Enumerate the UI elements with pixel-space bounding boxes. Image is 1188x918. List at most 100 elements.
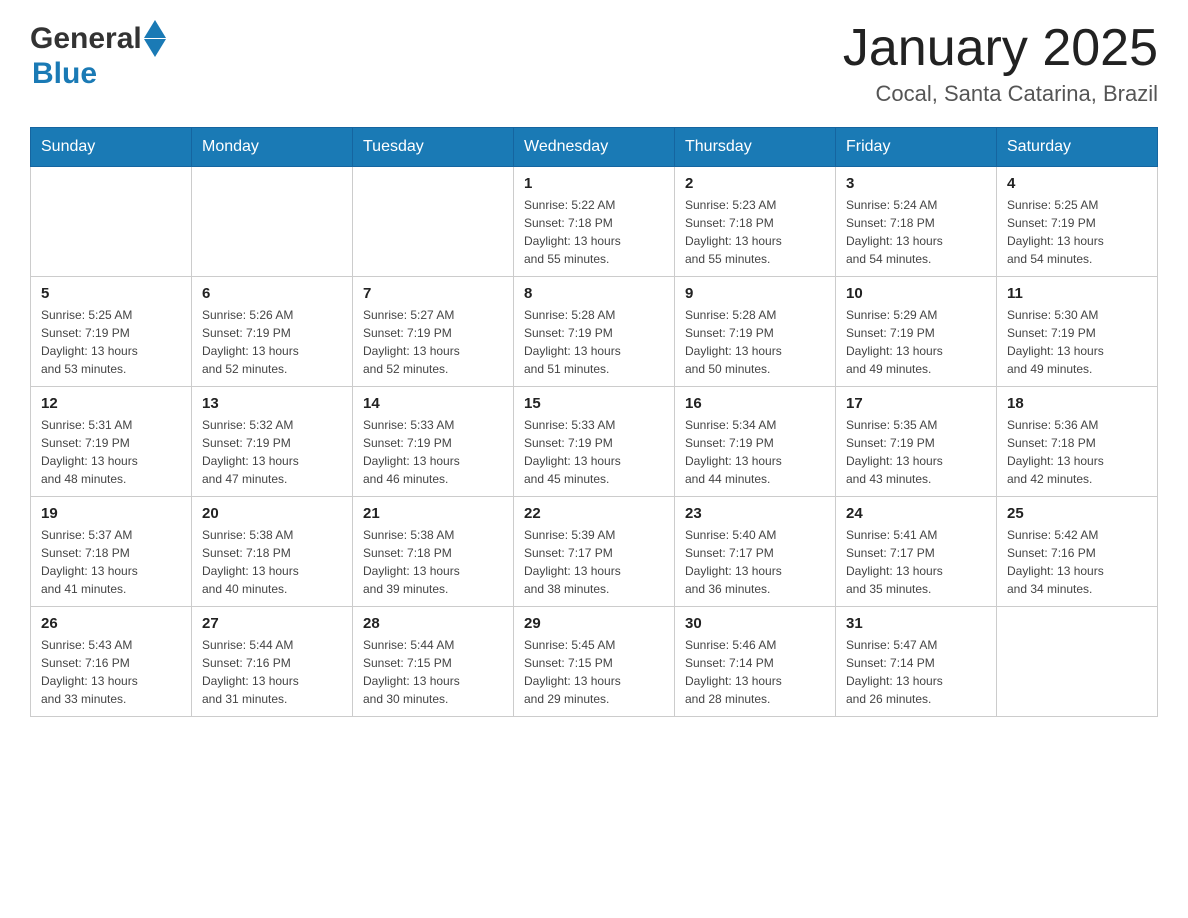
calendar-cell: 20 Sunrise: 5:38 AM Sunset: 7:18 PM Dayli… <box>192 497 353 607</box>
day-number: 22 <box>524 505 664 522</box>
day-number: 2 <box>685 175 825 192</box>
calendar-cell: 14 Sunrise: 5:33 AM Sunset: 7:19 PM Dayli… <box>353 387 514 497</box>
day-number: 13 <box>202 395 342 412</box>
day-number: 24 <box>846 505 986 522</box>
calendar-cell: 22Sunrise: 5:39 AM Sunset: 7:17 PM Dayli… <box>514 497 675 607</box>
logo-icon <box>144 20 166 57</box>
day-number: 30 <box>685 615 825 632</box>
day-number: 26 <box>41 615 181 632</box>
day-number: 21 <box>363 505 503 522</box>
day-info: Sunrise: 5:33 AM Sunset: 7:19 PM Dayligh… <box>524 416 664 488</box>
day-number: 20 <box>202 505 342 522</box>
day-number: 11 <box>1007 285 1147 302</box>
calendar-cell: 21 Sunrise: 5:38 AM Sunset: 7:18 PM Dayli… <box>353 497 514 607</box>
calendar-cell: 12 Sunrise: 5:31 AM Sunset: 7:19 PM Dayli… <box>31 387 192 497</box>
calendar-cell: 4Sunrise: 5:25 AM Sunset: 7:19 PM Daylig… <box>997 167 1158 277</box>
day-info: Sunrise: 5:44 AM Sunset: 7:15 PM Dayligh… <box>363 636 503 708</box>
day-info: Sunrise: 5:45 AM Sunset: 7:15 PM Dayligh… <box>524 636 664 708</box>
day-number: 25 <box>1007 505 1147 522</box>
title-section: January 2025 Cocal, Santa Catarina, Braz… <box>843 20 1158 107</box>
logo-general-text: General <box>30 22 142 56</box>
calendar-body: 1 Sunrise: 5:22 AM Sunset: 7:18 PM Daylig… <box>31 167 1158 717</box>
day-number: 15 <box>524 395 664 412</box>
day-number: 31 <box>846 615 986 632</box>
calendar-cell: 9Sunrise: 5:28 AM Sunset: 7:19 PM Daylig… <box>675 277 836 387</box>
calendar-cell: 6Sunrise: 5:26 AM Sunset: 7:19 PM Daylig… <box>192 277 353 387</box>
day-info: Sunrise: 5:38 AM Sunset: 7:18 PM Dayligh… <box>363 526 503 598</box>
day-info: Sunrise: 5:42 AM Sunset: 7:16 PM Dayligh… <box>1007 526 1147 598</box>
calendar-cell: 25 Sunrise: 5:42 AM Sunset: 7:16 PM Dayli… <box>997 497 1158 607</box>
day-info: Sunrise: 5:33 AM Sunset: 7:19 PM Dayligh… <box>363 416 503 488</box>
calendar-cell: 28Sunrise: 5:44 AM Sunset: 7:15 PM Dayli… <box>353 607 514 717</box>
header-monday: Monday <box>192 128 353 167</box>
day-number: 27 <box>202 615 342 632</box>
calendar-cell: 24 Sunrise: 5:41 AM Sunset: 7:17 PM Dayli… <box>836 497 997 607</box>
calendar-cell: 1 Sunrise: 5:22 AM Sunset: 7:18 PM Daylig… <box>514 167 675 277</box>
calendar-cell: 10 Sunrise: 5:29 AM Sunset: 7:19 PM Dayli… <box>836 277 997 387</box>
calendar-week-3: 12 Sunrise: 5:31 AM Sunset: 7:19 PM Dayli… <box>31 387 1158 497</box>
calendar-cell <box>997 607 1158 717</box>
day-number: 23 <box>685 505 825 522</box>
day-number: 16 <box>685 395 825 412</box>
day-info: Sunrise: 5:23 AM Sunset: 7:18 PM Dayligh… <box>685 196 825 268</box>
day-number: 18 <box>1007 395 1147 412</box>
calendar-week-2: 5 Sunrise: 5:25 AM Sunset: 7:19 PM Daylig… <box>31 277 1158 387</box>
header-thursday: Thursday <box>675 128 836 167</box>
day-number: 5 <box>41 285 181 302</box>
calendar-cell <box>31 167 192 277</box>
calendar-cell: 15 Sunrise: 5:33 AM Sunset: 7:19 PM Dayli… <box>514 387 675 497</box>
day-info: Sunrise: 5:38 AM Sunset: 7:18 PM Dayligh… <box>202 526 342 598</box>
day-info: Sunrise: 5:25 AM Sunset: 7:19 PM Dayligh… <box>41 306 181 378</box>
calendar-week-1: 1 Sunrise: 5:22 AM Sunset: 7:18 PM Daylig… <box>31 167 1158 277</box>
day-info: Sunrise: 5:27 AM Sunset: 7:19 PM Dayligh… <box>363 306 503 378</box>
day-info: Sunrise: 5:29 AM Sunset: 7:19 PM Dayligh… <box>846 306 986 378</box>
day-info: Sunrise: 5:26 AM Sunset: 7:19 PM Dayligh… <box>202 306 342 378</box>
day-info: Sunrise: 5:47 AM Sunset: 7:14 PM Dayligh… <box>846 636 986 708</box>
day-info: Sunrise: 5:32 AM Sunset: 7:19 PM Dayligh… <box>202 416 342 488</box>
day-info: Sunrise: 5:43 AM Sunset: 7:16 PM Dayligh… <box>41 636 181 708</box>
calendar-cell: 13 Sunrise: 5:32 AM Sunset: 7:19 PM Dayli… <box>192 387 353 497</box>
day-number: 8 <box>524 285 664 302</box>
calendar-table: Sunday Monday Tuesday Wednesday Thursday… <box>30 127 1158 717</box>
day-number: 1 <box>524 175 664 192</box>
calendar-cell: 17Sunrise: 5:35 AM Sunset: 7:19 PM Dayli… <box>836 387 997 497</box>
calendar-cell: 23 Sunrise: 5:40 AM Sunset: 7:17 PM Dayli… <box>675 497 836 607</box>
day-info: Sunrise: 5:44 AM Sunset: 7:16 PM Dayligh… <box>202 636 342 708</box>
subtitle: Cocal, Santa Catarina, Brazil <box>843 81 1158 107</box>
calendar-cell: 3Sunrise: 5:24 AM Sunset: 7:18 PM Daylig… <box>836 167 997 277</box>
day-number: 10 <box>846 285 986 302</box>
day-info: Sunrise: 5:36 AM Sunset: 7:18 PM Dayligh… <box>1007 416 1147 488</box>
calendar-week-4: 19Sunrise: 5:37 AM Sunset: 7:18 PM Dayli… <box>31 497 1158 607</box>
day-info: Sunrise: 5:34 AM Sunset: 7:19 PM Dayligh… <box>685 416 825 488</box>
calendar-header: Sunday Monday Tuesday Wednesday Thursday… <box>31 128 1158 167</box>
day-number: 9 <box>685 285 825 302</box>
day-number: 3 <box>846 175 986 192</box>
header-friday: Friday <box>836 128 997 167</box>
calendar-cell: 31 Sunrise: 5:47 AM Sunset: 7:14 PM Dayli… <box>836 607 997 717</box>
calendar-cell: 7 Sunrise: 5:27 AM Sunset: 7:19 PM Daylig… <box>353 277 514 387</box>
header-saturday: Saturday <box>997 128 1158 167</box>
day-info: Sunrise: 5:31 AM Sunset: 7:19 PM Dayligh… <box>41 416 181 488</box>
calendar-cell: 18 Sunrise: 5:36 AM Sunset: 7:18 PM Dayli… <box>997 387 1158 497</box>
page-header: General Blue January 2025 Cocal, Santa C… <box>30 20 1158 107</box>
day-info: Sunrise: 5:37 AM Sunset: 7:18 PM Dayligh… <box>41 526 181 598</box>
day-info: Sunrise: 5:22 AM Sunset: 7:18 PM Dayligh… <box>524 196 664 268</box>
logo: General Blue <box>30 20 168 91</box>
calendar-cell: 19Sunrise: 5:37 AM Sunset: 7:18 PM Dayli… <box>31 497 192 607</box>
header-wednesday: Wednesday <box>514 128 675 167</box>
day-info: Sunrise: 5:30 AM Sunset: 7:19 PM Dayligh… <box>1007 306 1147 378</box>
day-number: 14 <box>363 395 503 412</box>
calendar-cell: 5 Sunrise: 5:25 AM Sunset: 7:19 PM Daylig… <box>31 277 192 387</box>
day-info: Sunrise: 5:28 AM Sunset: 7:19 PM Dayligh… <box>524 306 664 378</box>
day-number: 12 <box>41 395 181 412</box>
day-info: Sunrise: 5:25 AM Sunset: 7:19 PM Dayligh… <box>1007 196 1147 268</box>
day-info: Sunrise: 5:41 AM Sunset: 7:17 PM Dayligh… <box>846 526 986 598</box>
calendar-cell: 11 Sunrise: 5:30 AM Sunset: 7:19 PM Dayli… <box>997 277 1158 387</box>
day-info: Sunrise: 5:40 AM Sunset: 7:17 PM Dayligh… <box>685 526 825 598</box>
calendar-cell: 2 Sunrise: 5:23 AM Sunset: 7:18 PM Daylig… <box>675 167 836 277</box>
calendar-cell: 26 Sunrise: 5:43 AM Sunset: 7:16 PM Dayli… <box>31 607 192 717</box>
calendar-cell <box>192 167 353 277</box>
header-row: Sunday Monday Tuesday Wednesday Thursday… <box>31 128 1158 167</box>
calendar-cell: 27 Sunrise: 5:44 AM Sunset: 7:16 PM Dayli… <box>192 607 353 717</box>
day-number: 7 <box>363 285 503 302</box>
